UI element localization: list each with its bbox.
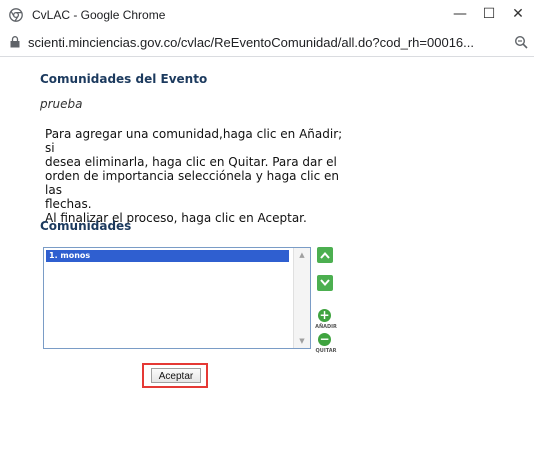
list-item[interactable]: 1. monos — [46, 250, 289, 262]
page-heading: Comunidades del Evento — [40, 72, 208, 86]
listbox-scrollbar[interactable]: ▲ ▼ — [293, 248, 310, 348]
instruction-line: flechas. — [45, 197, 92, 211]
add-button[interactable]: + — [318, 309, 331, 322]
window-title: CvLAC - Google Chrome — [32, 8, 166, 22]
plus-icon: + — [319, 308, 330, 322]
close-button[interactable]: ✕ — [508, 4, 528, 24]
window-titlebar: CvLAC - Google Chrome — ☐ ✕ — [0, 0, 534, 31]
remove-button[interactable]: − — [318, 333, 331, 346]
chrome-icon — [9, 8, 23, 22]
maximize-button[interactable]: ☐ — [479, 4, 499, 24]
list-heading: Comunidades — [40, 219, 132, 233]
instruction-line: orden de importancia selecciónela y haga… — [45, 169, 340, 197]
move-up-button[interactable] — [317, 247, 333, 263]
url-text[interactable]: scienti.minciencias.gov.co/cvlac/ReEvent… — [28, 35, 508, 50]
instruction-line: desea eliminarla, haga clic en Quitar. P… — [45, 155, 337, 169]
minimize-button[interactable]: — — [450, 4, 470, 24]
chevron-up-icon — [320, 251, 330, 259]
scroll-up-icon[interactable]: ▲ — [294, 248, 310, 262]
event-name: prueba — [40, 97, 83, 111]
communities-listbox[interactable]: 1. monos ▲ ▼ — [43, 247, 311, 349]
page-content: Comunidades del Evento prueba Para agreg… — [0, 57, 534, 457]
accept-button[interactable]: Aceptar — [151, 368, 201, 383]
move-down-button[interactable] — [317, 275, 333, 291]
minus-icon: − — [319, 332, 330, 346]
lock-icon — [10, 36, 20, 48]
zoom-icon[interactable] — [514, 35, 528, 49]
remove-label: QUITAR — [315, 348, 337, 354]
scroll-down-icon[interactable]: ▼ — [294, 334, 310, 348]
chevron-down-icon — [320, 279, 330, 287]
instructions: Para agregar una comunidad,haga clic en … — [45, 127, 345, 225]
instruction-line: Para agregar una comunidad,haga clic en … — [45, 127, 343, 155]
add-label: AÑADIR — [315, 324, 337, 330]
address-bar[interactable]: scienti.minciencias.gov.co/cvlac/ReEvent… — [0, 30, 534, 57]
